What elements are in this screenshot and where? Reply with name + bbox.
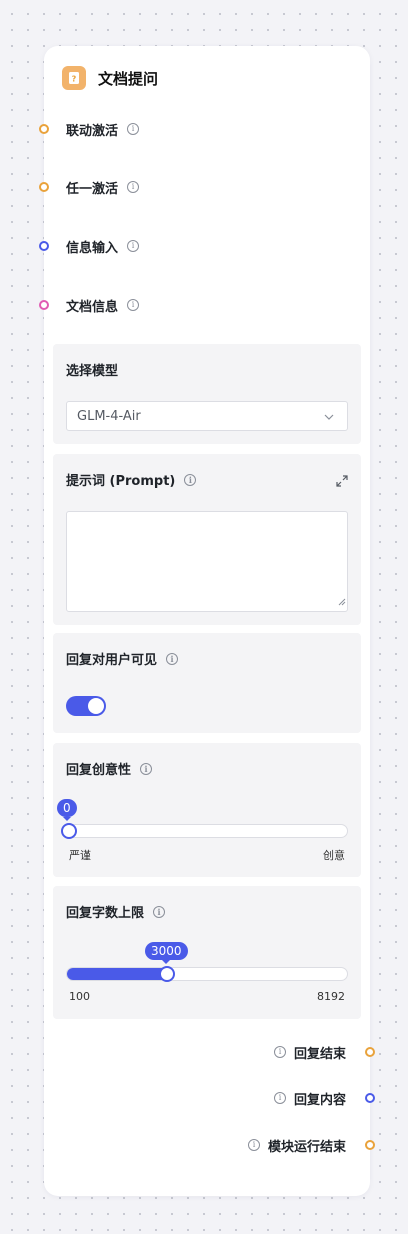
max-chars-max-label: 8192 bbox=[317, 990, 345, 1003]
max-chars-slider[interactable] bbox=[66, 966, 348, 982]
info-icon[interactable]: i bbox=[140, 762, 153, 775]
input-any-activation: 任一激活 i bbox=[39, 176, 140, 198]
max-chars-slider-fill bbox=[67, 968, 167, 980]
creativity-section: 回复创意性 i 0 严谨 创意 bbox=[53, 743, 361, 877]
output-port[interactable] bbox=[365, 1047, 375, 1057]
input-label: 信息输入 bbox=[66, 240, 119, 256]
info-icon[interactable]: i bbox=[127, 240, 140, 252]
info-icon[interactable]: i bbox=[127, 123, 140, 135]
question-doc-icon: ? bbox=[62, 66, 86, 90]
input-label: 文档信息 bbox=[66, 299, 119, 315]
visible-title: 回复对用户可见 bbox=[66, 653, 158, 668]
svg-text:?: ? bbox=[72, 75, 77, 84]
creativity-title: 回复创意性 bbox=[66, 763, 132, 778]
expand-icon[interactable] bbox=[336, 472, 348, 491]
input-port[interactable] bbox=[39, 241, 49, 251]
info-icon[interactable]: i bbox=[184, 473, 197, 486]
output-label: 回复结束 bbox=[293, 1046, 346, 1062]
section-title: 选择模型 bbox=[66, 360, 118, 379]
input-port[interactable] bbox=[39, 300, 49, 310]
info-icon[interactable]: i bbox=[247, 1139, 260, 1151]
input-info: 信息输入 i bbox=[39, 235, 140, 257]
max-chars-section: 回复字数上限 i 3000 100 8192 bbox=[53, 886, 361, 1019]
prompt-section: 提示词 (Prompt) i bbox=[53, 454, 361, 625]
input-label: 联动激活 bbox=[66, 123, 119, 139]
creativity-max-label: 创意 bbox=[323, 849, 345, 862]
max-chars-slider-thumb[interactable] bbox=[159, 966, 175, 982]
input-port[interactable] bbox=[39, 182, 49, 192]
output-module-end: i 模块运行结束 bbox=[247, 1134, 375, 1156]
output-port[interactable] bbox=[365, 1140, 375, 1150]
input-label: 任一激活 bbox=[66, 181, 119, 197]
prompt-title: 提示词 (Prompt) bbox=[66, 474, 176, 489]
info-icon[interactable]: i bbox=[153, 905, 166, 918]
prompt-textarea[interactable] bbox=[66, 511, 348, 612]
creativity-slider[interactable] bbox=[61, 823, 348, 839]
info-icon[interactable]: i bbox=[166, 652, 179, 665]
section-title: 回复创意性 i bbox=[66, 759, 153, 778]
model-section: 选择模型 GLM-4-Air bbox=[53, 344, 361, 444]
model-title: 选择模型 bbox=[66, 364, 119, 379]
chevron-down-icon bbox=[323, 411, 335, 427]
model-select[interactable]: GLM-4-Air bbox=[66, 401, 348, 431]
max-chars-title: 回复字数上限 bbox=[66, 906, 145, 921]
section-title: 回复对用户可见 i bbox=[66, 649, 179, 668]
output-reply-content: i 回复内容 bbox=[273, 1087, 375, 1109]
max-chars-min-label: 100 bbox=[69, 990, 90, 1003]
visibility-toggle[interactable] bbox=[66, 696, 106, 716]
output-label: 模块运行结束 bbox=[267, 1139, 346, 1155]
section-title: 回复字数上限 i bbox=[66, 902, 166, 921]
info-icon[interactable]: i bbox=[273, 1046, 286, 1058]
input-linked-activation: 联动激活 i bbox=[39, 118, 140, 140]
input-document: 文档信息 i bbox=[39, 294, 140, 316]
info-icon[interactable]: i bbox=[127, 299, 140, 311]
visibility-section: 回复对用户可见 i bbox=[53, 633, 361, 733]
creativity-slider-thumb[interactable] bbox=[61, 823, 77, 839]
creativity-min-label: 严谨 bbox=[69, 849, 91, 862]
creativity-value-badge: 0 bbox=[57, 799, 77, 821]
input-port[interactable] bbox=[39, 124, 49, 134]
info-icon[interactable]: i bbox=[273, 1092, 286, 1104]
node-header: ? 文档提问 bbox=[62, 66, 158, 90]
section-title: 提示词 (Prompt) i bbox=[66, 470, 197, 489]
toggle-knob bbox=[88, 698, 104, 714]
document-qa-node[interactable]: ? 文档提问 联动激活 i 任一激活 i 信息输入 i 文档信息 i 选择模型 … bbox=[39, 46, 375, 1196]
output-label: 回复内容 bbox=[293, 1092, 346, 1108]
max-chars-value-badge: 3000 bbox=[145, 942, 188, 964]
output-reply-end: i 回复结束 bbox=[273, 1041, 375, 1063]
resize-handle-icon[interactable] bbox=[338, 591, 346, 610]
info-icon[interactable]: i bbox=[127, 181, 140, 193]
model-value: GLM-4-Air bbox=[77, 408, 141, 424]
node-title: 文档提问 bbox=[98, 69, 159, 88]
output-port[interactable] bbox=[365, 1093, 375, 1103]
